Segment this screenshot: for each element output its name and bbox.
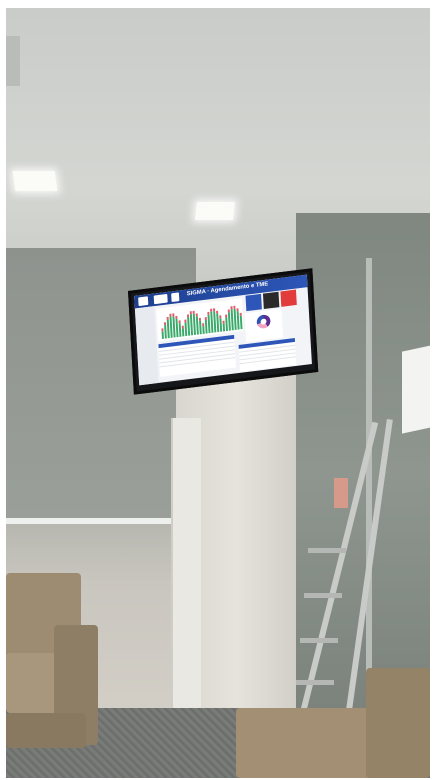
ladder-tag: [334, 478, 348, 508]
chart-bar: [198, 317, 202, 321]
tv-screen: SIGMA · Agendamento e TME: [134, 274, 312, 386]
chart-bar: [227, 309, 230, 313]
chart-bar: [163, 322, 167, 326]
chart-bar: [181, 325, 184, 329]
chart-bar: [195, 313, 198, 317]
chart-bar: [219, 315, 222, 319]
kpi-tile: [245, 293, 262, 312]
chart-bar: [236, 308, 239, 312]
chart-bar: [178, 320, 181, 324]
donut-panel: [244, 308, 284, 343]
chart-bar: [161, 328, 164, 332]
chart-bar: [189, 311, 192, 315]
chart-bar: [204, 317, 207, 321]
chart-bar: [222, 320, 225, 324]
armchair-right: [216, 668, 430, 778]
chart-bar: [169, 313, 172, 317]
chart-bar: [239, 315, 243, 330]
chart-bar: [210, 308, 213, 312]
chart-bar: [172, 313, 175, 317]
header-chip: [171, 292, 180, 303]
armchair-base: [6, 713, 86, 748]
kpi-tile: [280, 289, 297, 307]
chart-bar: [184, 319, 187, 323]
logo-icon: [138, 296, 149, 307]
ladder-step: [300, 638, 338, 643]
header-chip: [153, 293, 168, 305]
ceiling-light: [195, 202, 235, 220]
ladder-step: [308, 548, 346, 553]
dashboard-sidebar: [134, 306, 159, 386]
armchair-back: [236, 708, 386, 778]
wall-pillar: [171, 418, 201, 728]
chart-bar: [216, 310, 219, 314]
photo: SIGMA · Agendamento e TME: [6, 8, 430, 778]
data-table: [158, 334, 236, 377]
step-ladder: [296, 418, 393, 717]
kpi-tile: [262, 291, 280, 309]
side-table: [238, 338, 297, 372]
armchair-arm: [366, 668, 430, 778]
chart-bar: [213, 308, 216, 312]
chart-bar: [233, 305, 236, 309]
armchair-left: [6, 573, 101, 763]
ceiling-light: [12, 171, 58, 191]
donut-chart-icon: [256, 314, 271, 330]
chart-bar: [225, 314, 228, 318]
chart-bar: [202, 323, 205, 327]
chart-bar: [192, 310, 195, 314]
chart-bar: [175, 315, 178, 319]
chart-bar: [207, 311, 210, 315]
ladder-step: [304, 593, 342, 598]
chart-bar: [230, 306, 233, 310]
ceiling-vent: [6, 36, 20, 86]
chart-bar: [239, 312, 242, 316]
chart-bar: [186, 314, 190, 318]
paper-note: [402, 344, 430, 434]
chart-bar: [166, 316, 169, 321]
